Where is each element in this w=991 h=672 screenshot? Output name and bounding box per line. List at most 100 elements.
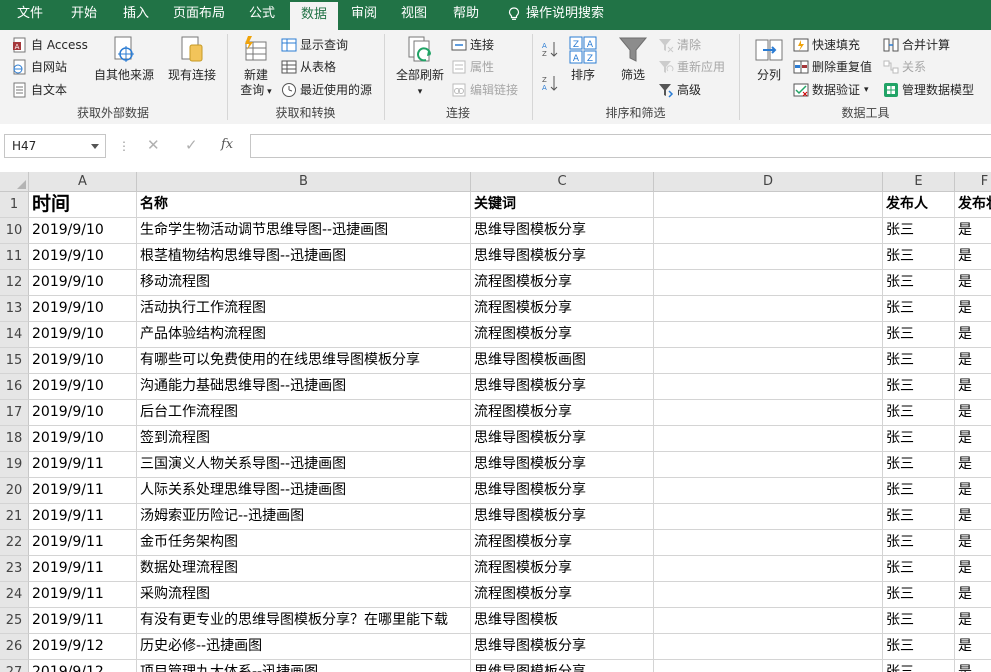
cell-f[interactable]: 是	[955, 582, 991, 608]
cell-d[interactable]	[654, 244, 883, 270]
name-box-dropdown-icon[interactable]	[91, 144, 99, 149]
sort-asc-button[interactable]: A Z	[541, 40, 562, 58]
sort-desc-button[interactable]: Z A	[541, 74, 562, 92]
cell-b[interactable]: 生命学生物活动调节思维导图--迅捷画图	[137, 218, 471, 244]
cell-d[interactable]	[654, 478, 883, 504]
name-box[interactable]: H47	[4, 134, 106, 158]
cell-e[interactable]: 张三	[883, 374, 955, 400]
worksheet-grid[interactable]: A B C D E F 1时间名称关键词发布人发布状102019/9/10生命学…	[0, 172, 991, 672]
cell-f[interactable]: 是	[955, 452, 991, 478]
cell-c[interactable]: 思维导图模板分享	[471, 374, 654, 400]
cell-c[interactable]: 流程图模板分享	[471, 270, 654, 296]
cell-f[interactable]: 是	[955, 400, 991, 426]
from-web-button[interactable]: 自网站	[12, 58, 67, 75]
cell-d[interactable]	[654, 556, 883, 582]
cell-a[interactable]: 2019/9/11	[29, 504, 137, 530]
cell-c[interactable]: 流程图模板分享	[471, 530, 654, 556]
tab-help[interactable]: 帮助	[442, 0, 490, 30]
show-queries-button[interactable]: 显示查询	[281, 36, 348, 53]
cell-f[interactable]: 是	[955, 426, 991, 452]
cell-b[interactable]: 汤姆索亚历险记--迅捷画图	[137, 504, 471, 530]
tell-me-search[interactable]: 操作说明搜索	[526, 0, 616, 30]
row-header[interactable]: 18	[0, 426, 29, 452]
cell-a[interactable]: 2019/9/10	[29, 374, 137, 400]
cell-c[interactable]: 思维导图模板分享	[471, 504, 654, 530]
cell-f[interactable]: 是	[955, 348, 991, 374]
column-header-e[interactable]: E	[883, 172, 955, 192]
reapply-button[interactable]: 重新应用	[658, 58, 725, 75]
cell-b[interactable]: 三国演义人物关系导图--迅捷画图	[137, 452, 471, 478]
cell-d[interactable]	[654, 660, 883, 672]
cell-a[interactable]: 2019/9/10	[29, 244, 137, 270]
cell-e[interactable]: 张三	[883, 270, 955, 296]
cell-f[interactable]: 是	[955, 608, 991, 634]
select-all-corner[interactable]	[0, 172, 29, 192]
cell-f[interactable]: 是	[955, 296, 991, 322]
cell-d[interactable]	[654, 452, 883, 478]
from-access-button[interactable]: A 自 Access	[12, 36, 88, 53]
cell-e[interactable]: 张三	[883, 556, 955, 582]
row-header[interactable]: 23	[0, 556, 29, 582]
cell-d[interactable]	[654, 504, 883, 530]
cell-e[interactable]: 张三	[883, 296, 955, 322]
cell-b[interactable]: 后台工作流程图	[137, 400, 471, 426]
cell-e[interactable]: 张三	[883, 608, 955, 634]
cell-d[interactable]	[654, 400, 883, 426]
cell-e[interactable]: 张三	[883, 400, 955, 426]
cell-b[interactable]: 根茎植物结构思维导图--迅捷画图	[137, 244, 471, 270]
row-header[interactable]: 20	[0, 478, 29, 504]
enter-icon[interactable]: ✓	[185, 136, 198, 154]
tab-home[interactable]: 开始	[58, 0, 110, 30]
cell-a[interactable]: 2019/9/12	[29, 634, 137, 660]
cell-f[interactable]: 是	[955, 374, 991, 400]
cell-b[interactable]: 有没有更专业的思维导图模板分享？在哪里能下载	[137, 608, 471, 634]
row-header[interactable]: 11	[0, 244, 29, 270]
header-cell-c[interactable]: 关键词	[471, 192, 654, 218]
cell-a[interactable]: 2019/9/10	[29, 218, 137, 244]
new-query-button[interactable]: 新建 查询 ▾	[236, 34, 276, 100]
cell-a[interactable]: 2019/9/11	[29, 556, 137, 582]
header-cell-a[interactable]: 时间	[29, 192, 137, 218]
cell-e[interactable]: 张三	[883, 244, 955, 270]
cell-e[interactable]: 张三	[883, 660, 955, 672]
cell-e[interactable]: 张三	[883, 426, 955, 452]
formula-input[interactable]	[250, 134, 991, 158]
cell-d[interactable]	[654, 296, 883, 322]
remove-duplicates-button[interactable]: 删除重复值	[793, 58, 872, 75]
column-header-b[interactable]: B	[137, 172, 471, 192]
row-header[interactable]: 14	[0, 322, 29, 348]
flash-fill-button[interactable]: 快速填充	[793, 36, 860, 53]
row-header[interactable]: 17	[0, 400, 29, 426]
recent-sources-button[interactable]: 最近使用的源	[281, 81, 372, 98]
cell-f[interactable]: 是	[955, 504, 991, 530]
cell-d[interactable]	[654, 270, 883, 296]
cell-c[interactable]: 流程图模板分享	[471, 322, 654, 348]
tab-data[interactable]: 数据	[290, 2, 338, 30]
cell-d[interactable]	[654, 322, 883, 348]
filter-button[interactable]: 筛选	[614, 34, 652, 83]
properties-button[interactable]: 属性	[451, 58, 494, 75]
cell-c[interactable]: 思维导图模板分享	[471, 244, 654, 270]
cell-d[interactable]	[654, 530, 883, 556]
tab-insert[interactable]: 插入	[110, 0, 162, 30]
row-header[interactable]: 1	[0, 192, 29, 218]
advanced-filter-button[interactable]: 高级	[658, 81, 701, 98]
cell-d[interactable]	[654, 634, 883, 660]
cell-a[interactable]: 2019/9/11	[29, 530, 137, 556]
cell-b[interactable]: 有哪些可以免费使用的在线思维导图模板分享	[137, 348, 471, 374]
cell-b[interactable]: 金币任务架构图	[137, 530, 471, 556]
cancel-icon[interactable]: ✕	[147, 136, 160, 154]
row-header[interactable]: 10	[0, 218, 29, 244]
from-table-button[interactable]: 从表格	[281, 58, 336, 75]
cell-a[interactable]: 2019/9/10	[29, 270, 137, 296]
cell-d[interactable]	[654, 608, 883, 634]
cell-a[interactable]: 2019/9/11	[29, 582, 137, 608]
row-header[interactable]: 21	[0, 504, 29, 530]
cell-c[interactable]: 思维导图模板分享	[471, 660, 654, 672]
cell-c[interactable]: 思维导图模板分享	[471, 218, 654, 244]
cell-b[interactable]: 项目管理九大体系--迅捷画图	[137, 660, 471, 672]
sort-button[interactable]: Z A A Z 排序	[564, 34, 602, 83]
row-header[interactable]: 15	[0, 348, 29, 374]
cell-c[interactable]: 思维导图模板	[471, 608, 654, 634]
cell-f[interactable]: 是	[955, 270, 991, 296]
